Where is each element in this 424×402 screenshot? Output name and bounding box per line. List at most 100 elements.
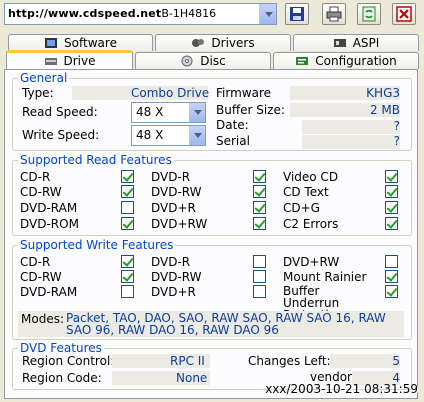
read-feature-label: C2 Errors xyxy=(283,217,339,231)
firmware-label: Firmware xyxy=(216,86,271,100)
read-feature-label: DVD-ROM xyxy=(20,217,79,231)
exit-button[interactable] xyxy=(392,3,416,25)
read-feature-label: DVD-R xyxy=(151,170,191,184)
write-feature-label: DVD+RW xyxy=(283,255,340,269)
print-icon xyxy=(326,6,342,22)
write-feature-checkbox[interactable] xyxy=(121,270,134,283)
timestamp: xxx/2003-10-21 08:31:59 xyxy=(265,382,418,396)
write-feature-label: DVD-R xyxy=(151,255,191,269)
changes-left-value: 5 xyxy=(392,354,400,368)
chevron-down-icon[interactable] xyxy=(259,4,276,24)
tab-disc-label: Disc xyxy=(200,54,226,68)
read-feature-label: DVD-RW xyxy=(151,185,202,199)
read-feature-label: DVD+R xyxy=(151,201,196,215)
write-feature-label: CD-R xyxy=(20,255,51,269)
region-control-value: RPC II xyxy=(170,354,205,368)
serial-label: Serial xyxy=(216,134,250,148)
tab-software[interactable]: Software xyxy=(8,34,153,51)
write-feature-label: CD-RW xyxy=(20,270,62,284)
read-feature-label: Video CD xyxy=(283,170,339,184)
print-button[interactable] xyxy=(322,3,346,25)
changes-left-label: Changes Left: xyxy=(248,354,331,368)
tab-configuration-label: Configuration xyxy=(315,54,397,68)
tab-disc[interactable]: Disc xyxy=(135,52,271,69)
read-feature-label: CD+G xyxy=(283,201,320,215)
read-feature-checkbox[interactable] xyxy=(385,201,398,214)
read-feature-checkbox[interactable] xyxy=(121,217,134,230)
read-feature-label: DVD-RAM xyxy=(20,201,78,215)
write-feature-checkbox[interactable] xyxy=(121,285,134,298)
write-feature-checkbox[interactable] xyxy=(385,270,398,283)
general-title: General xyxy=(18,71,70,85)
read-feature-label: DVD+RW xyxy=(151,217,208,231)
read-feature-checkbox[interactable] xyxy=(253,185,266,198)
read-speed-select[interactable]: 48 X xyxy=(131,102,206,123)
drive-icon xyxy=(44,58,57,65)
read-features-title: Supported Read Features xyxy=(18,153,174,167)
changes-left-field xyxy=(330,354,400,368)
write-feature-label: DVD-RW xyxy=(151,270,202,284)
write-features-title: Supported Write Features xyxy=(18,238,176,252)
read-feature-checkbox[interactable] xyxy=(385,217,398,230)
software-icon xyxy=(45,38,58,48)
read-feature-label: CD-R xyxy=(20,170,51,184)
type-value: Combo Drive xyxy=(131,86,210,100)
read-feature-label: CD Text xyxy=(283,185,329,199)
read-feature-checkbox[interactable] xyxy=(121,170,134,183)
write-feature-checkbox[interactable] xyxy=(253,270,266,283)
write-feature-label: DVD+R xyxy=(151,285,196,299)
read-feature-checkbox[interactable] xyxy=(121,185,134,198)
configuration-icon xyxy=(296,57,309,65)
serial-value: ? xyxy=(393,134,400,148)
tab-drivers-label: Drivers xyxy=(211,36,255,50)
write-feature-label: DVD-RAM xyxy=(20,285,78,299)
drive-select-watermark: http://www.cdspeed.net xyxy=(8,7,162,20)
write-feature-checkbox[interactable] xyxy=(385,285,398,298)
read-feature-checkbox[interactable] xyxy=(385,170,398,183)
type-label: Type: xyxy=(22,86,54,100)
write-speed-value: 48 X xyxy=(136,128,164,142)
read-feature-checkbox[interactable] xyxy=(385,185,398,198)
serial-field xyxy=(302,135,400,149)
write-feature-checkbox[interactable] xyxy=(121,255,134,268)
refresh-icon xyxy=(362,6,376,22)
tab-drive[interactable]: Drive xyxy=(6,50,133,69)
read-feature-checkbox[interactable] xyxy=(121,201,134,214)
write-feature-checkbox[interactable] xyxy=(385,255,398,268)
region-code-label: Region Code: xyxy=(22,371,102,385)
refresh-button[interactable] xyxy=(357,3,381,25)
read-feature-checkbox[interactable] xyxy=(253,201,266,214)
read-speed-value: 48 X xyxy=(136,105,164,119)
region-control-label: Region Control: xyxy=(22,354,115,368)
write-feature-checkbox[interactable] xyxy=(253,285,266,298)
tab-drive-label: Drive xyxy=(63,54,96,68)
date-field xyxy=(302,120,400,134)
date-label: Date: xyxy=(216,118,249,132)
write-speed-select[interactable]: 48 X xyxy=(131,125,206,146)
tab-drivers[interactable]: Drivers xyxy=(155,34,291,51)
tab-software-label: Software xyxy=(64,36,117,50)
tab-aspi-label: ASPI xyxy=(352,36,380,50)
tab-configuration[interactable]: Configuration xyxy=(273,52,419,69)
firmware-value: KHG3 xyxy=(366,86,400,100)
chevron-down-icon[interactable] xyxy=(189,126,205,145)
tab-aspi[interactable]: ASPI xyxy=(293,34,419,51)
drive-select[interactable]: http://www.cdspeed.netB-1H4816 xyxy=(4,3,277,25)
save-button[interactable] xyxy=(285,3,309,25)
read-speed-label: Read Speed: xyxy=(22,105,98,119)
save-icon xyxy=(290,7,304,21)
aspi-icon xyxy=(333,39,346,47)
gear-icon xyxy=(192,39,205,47)
exit-icon xyxy=(396,6,412,22)
write-feature-checkbox[interactable] xyxy=(253,255,266,268)
modes-value: Packet, TAO, DAO, SAO, RAW SAO, RAW SAO … xyxy=(66,311,386,337)
drive-select-value: B-1H4816 xyxy=(161,7,217,20)
write-feature-label: Mount Rainier xyxy=(283,270,367,284)
chevron-down-icon[interactable] xyxy=(189,103,205,122)
read-feature-checkbox[interactable] xyxy=(253,170,266,183)
disc-icon xyxy=(181,55,193,67)
buffer-size-label: Buffer Size: xyxy=(216,103,285,117)
read-feature-label: CD-RW xyxy=(20,185,62,199)
region-code-value: None xyxy=(176,371,208,385)
read-feature-checkbox[interactable] xyxy=(253,217,266,230)
